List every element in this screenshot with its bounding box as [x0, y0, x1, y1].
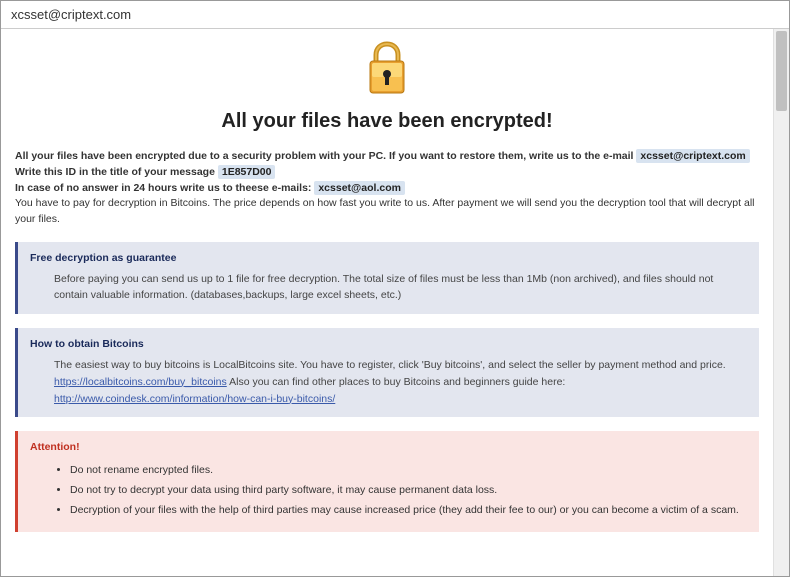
scrollbar-track[interactable]	[773, 29, 789, 576]
guarantee-box: Free decryption as guarantee Before payi…	[15, 242, 759, 314]
intro-block: All your files have been encrypted due t…	[15, 149, 759, 228]
bitcoins-link2[interactable]: http://www.coindesk.com/information/how-…	[54, 393, 335, 405]
intro-line2-text: Write this ID in the title of your messa…	[15, 166, 215, 178]
content-wrapper: All your files have been encrypted! All …	[1, 29, 789, 576]
attention-list: Do not rename encrypted files. Do not tr…	[30, 462, 747, 518]
email-primary: xcsset@criptext.com	[636, 149, 749, 163]
bitcoins-title: How to obtain Bitcoins	[30, 336, 747, 353]
bitcoins-link1[interactable]: https://localbitcoins.com/buy_bitcoins	[54, 376, 227, 388]
window-frame: xcsset@criptext.com All your files have …	[0, 0, 790, 577]
guarantee-body: Before paying you can send us up to 1 fi…	[30, 271, 747, 305]
main-title: All your files have been encrypted!	[15, 110, 759, 133]
email-secondary: xcsset@aol.com	[314, 181, 405, 195]
window-titlebar: xcsset@criptext.com	[1, 1, 789, 29]
bitcoins-line1: The easiest way to buy bitcoins is Local…	[54, 359, 726, 371]
intro-line2: Write this ID in the title of your messa…	[15, 165, 759, 181]
lock-icon	[362, 41, 412, 97]
intro-line1: All your files have been encrypted due t…	[15, 149, 759, 165]
bitcoins-body: The easiest way to buy bitcoins is Local…	[30, 357, 747, 407]
attention-item: Do not rename encrypted files.	[70, 462, 747, 479]
bitcoins-box: How to obtain Bitcoins The easiest way t…	[15, 328, 759, 417]
guarantee-title: Free decryption as guarantee	[30, 250, 747, 267]
lock-icon-wrap	[15, 41, 759, 102]
attention-item: Do not try to decrypt your data using th…	[70, 482, 747, 499]
bitcoins-line2: Also you can find other places to buy Bi…	[229, 376, 565, 388]
victim-id: 1E857D00	[218, 165, 276, 179]
window-title: xcsset@criptext.com	[11, 7, 131, 22]
intro-line3: In case of no answer in 24 hours write u…	[15, 181, 759, 197]
attention-title: Attention!	[30, 439, 747, 456]
intro-line3-text: In case of no answer in 24 hours write u…	[15, 182, 311, 194]
scrollbar-thumb[interactable]	[776, 31, 787, 111]
attention-box: Attention! Do not rename encrypted files…	[15, 431, 759, 531]
intro-line4: You have to pay for decryption in Bitcoi…	[15, 196, 759, 228]
content-area: All your files have been encrypted! All …	[1, 29, 773, 576]
attention-item: Decryption of your files with the help o…	[70, 502, 747, 519]
intro-line1-text: All your files have been encrypted due t…	[15, 150, 633, 162]
